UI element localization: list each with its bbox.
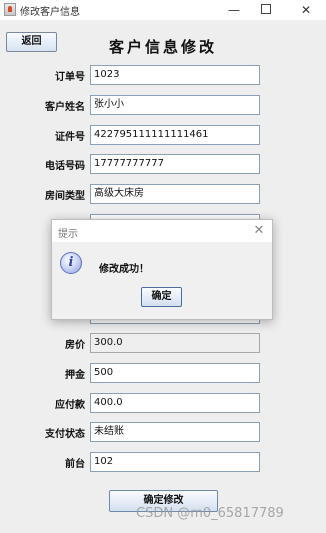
window-titlebar: 修改客户信息 — ✕ [0,0,326,20]
minimize-button[interactable]: — [220,1,248,19]
room-price-field[interactable]: 300.0 [90,333,260,353]
customer-name-field[interactable]: 张小小 [90,95,260,115]
front-desk-field[interactable]: 102 [90,452,260,472]
order-number-row: 订单号 1023 [0,65,326,85]
room-price-label: 房价 [65,340,85,351]
phone-field[interactable]: 17777777777 [90,154,260,174]
java-app-icon [4,3,16,16]
dialog-titlebar: 提示 ✕ [52,220,272,242]
order-number-field[interactable]: 1023 [90,65,260,85]
deposit-row: 押金 500 [0,363,326,383]
payment-status-field[interactable]: 未结账 [90,422,260,442]
maximize-button[interactable] [252,1,280,19]
front-desk-row: 前台 102 [0,452,326,472]
id-number-field[interactable]: 422795111111111461 [90,125,260,145]
payment-status-label: 支付状态 [45,429,85,440]
info-icon: i [60,252,82,274]
room-price-row: 房价 300.0 [0,333,326,353]
customer-name-row: 客户姓名 张小小 [0,95,326,115]
order-number-label: 订单号 [55,72,85,83]
window-title: 修改客户信息 [20,7,80,18]
page-title: 客户信息修改 [108,38,217,56]
close-window-button[interactable]: ✕ [292,1,320,19]
room-type-field[interactable]: 高级大床房 [90,184,260,204]
dialog-close-button[interactable]: ✕ [250,222,268,240]
amount-due-field[interactable]: 400.0 [90,393,260,413]
deposit-label: 押金 [65,370,85,381]
deposit-field[interactable]: 500 [90,363,260,383]
id-number-row: 证件号 422795111111111461 [0,125,326,145]
payment-status-row: 支付状态 未结账 [0,422,326,442]
room-type-row: 房间类型 高级大床房 [0,184,326,204]
amount-due-label: 应付款 [55,400,85,411]
dialog-ok-button[interactable]: 确定 [141,287,182,307]
id-number-label: 证件号 [55,132,85,143]
customer-name-label: 客户姓名 [45,102,85,113]
phone-row: 电话号码 17777777777 [0,154,326,174]
csdn-watermark: CSDN @m0_65817789 [136,506,284,521]
dialog-title: 提示 [58,229,78,240]
amount-due-row: 应付款 400.0 [0,393,326,413]
success-dialog: 提示 ✕ i 修改成功！ 确定 [51,219,273,320]
maximize-icon [261,4,271,14]
front-desk-label: 前台 [65,459,85,470]
dialog-message: 修改成功！ [99,264,149,275]
phone-label: 电话号码 [45,161,85,172]
room-type-label: 房间类型 [45,191,85,202]
